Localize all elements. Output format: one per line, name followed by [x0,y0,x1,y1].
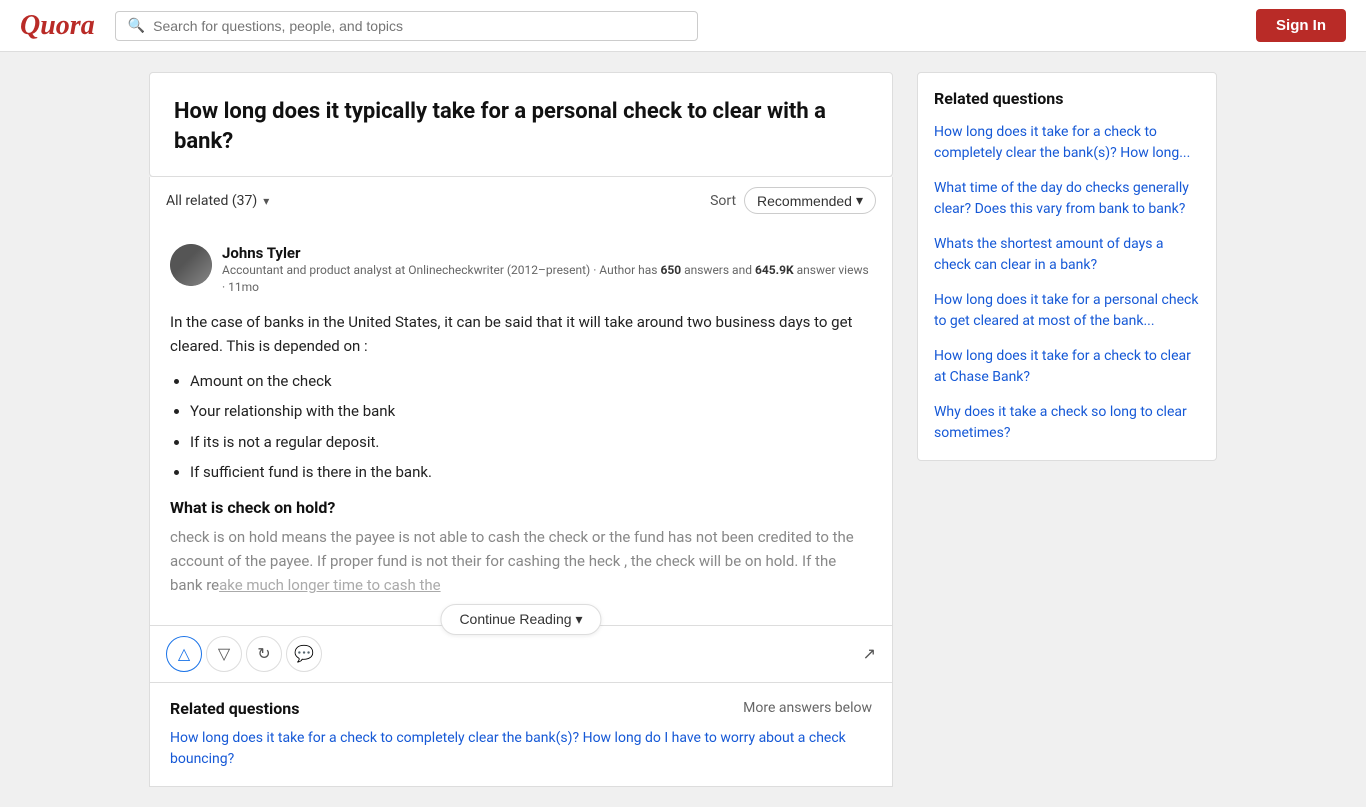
all-related-filter[interactable]: All related (37) ▾ [166,193,269,209]
sidebar-link-1[interactable]: What time of the day do checks generally… [934,178,1200,220]
answer-intro: In the case of banks in the United State… [170,310,872,358]
chevron-down-icon: ▾ [263,194,269,208]
author-row: Johns Tyler Accountant and product analy… [170,244,872,296]
sidebar-link-3[interactable]: How long does it take for a personal che… [934,290,1200,332]
answer-count-suffix: answers and [684,263,752,277]
sidebar-link-0[interactable]: How long does it take for a check to com… [934,122,1200,164]
bullet-item: Amount on the check [190,370,872,393]
all-related-label: All related (37) [166,193,257,209]
author-name[interactable]: Johns Tyler [222,244,872,262]
related-questions-label: Related questions [170,699,299,718]
share-rotate-button[interactable]: ↻ [246,636,282,672]
downvote-button[interactable]: ▽ [206,636,242,672]
avatar [170,244,212,286]
author-meta: Accountant and product analyst at Online… [222,262,872,296]
avatar-image [170,244,212,286]
sidebar-link-4[interactable]: How long does it take for a check to cle… [934,346,1200,388]
answer-card: Johns Tyler Accountant and product analy… [149,224,893,626]
question-card: How long does it typically take for a pe… [149,72,893,177]
bullet-item: If its is not a regular deposit. [190,431,872,454]
answer-bullets: Amount on the check Your relationship wi… [190,370,872,484]
bullet-item: If sufficient fund is there in the bank. [190,461,872,484]
sidebar-card: Related questions How long does it take … [917,72,1217,461]
search-bar: 🔍 [115,11,699,41]
sort-label: Sort [710,193,736,209]
continue-reading-button[interactable]: Continue Reading ▾ [440,604,601,635]
question-title: How long does it typically take for a pe… [174,97,868,156]
search-icon: 🔍 [128,18,145,34]
related-inline-link[interactable]: How long does it take for a check to com… [170,730,846,767]
quora-logo[interactable]: Quora [20,10,95,42]
comment-button[interactable]: 💬 [286,636,322,672]
upvote-button[interactable]: △ [166,636,202,672]
related-questions-card: Related questions More answers below How… [149,683,893,787]
header: Quora 🔍 Sign In [0,0,1366,52]
faded-text: check is on hold means the payee is not … [170,525,872,597]
continue-reading-chevron-icon: ▾ [576,611,583,628]
answer-subheading: What is check on hold? [170,498,872,517]
sidebar: Related questions How long does it take … [917,72,1217,787]
answer-views: 645.9K [755,263,794,277]
sort-button[interactable]: Recommended ▾ [744,187,876,214]
author-info: Johns Tyler Accountant and product analy… [222,244,872,296]
sort-wrap: Sort Recommended ▾ [710,187,876,214]
sign-in-button[interactable]: Sign In [1256,9,1346,42]
main-column: How long does it typically take for a pe… [149,72,893,787]
more-answers-label: More answers below [743,700,872,716]
related-inline-title: Related questions More answers below [170,699,872,718]
share-button[interactable]: ↗ [863,644,876,664]
search-input[interactable] [153,18,685,34]
sort-chevron-icon: ▾ [856,192,863,209]
sidebar-title: Related questions [934,89,1200,108]
filter-bar: All related (37) ▾ Sort Recommended ▾ [149,177,893,224]
page-container: How long does it typically take for a pe… [133,52,1233,807]
continue-reading-label: Continue Reading [459,611,571,627]
author-meta-text: Accountant and product analyst at Online… [222,263,657,277]
sidebar-link-2[interactable]: Whats the shortest amount of days a chec… [934,234,1200,276]
answer-count: 650 [660,263,681,277]
sort-value-label: Recommended [757,193,852,209]
sidebar-link-5[interactable]: Why does it take a check so long to clea… [934,402,1200,444]
bullet-item: Your relationship with the bank [190,400,872,423]
answer-fade-section: check is on hold means the payee is not … [170,525,872,625]
